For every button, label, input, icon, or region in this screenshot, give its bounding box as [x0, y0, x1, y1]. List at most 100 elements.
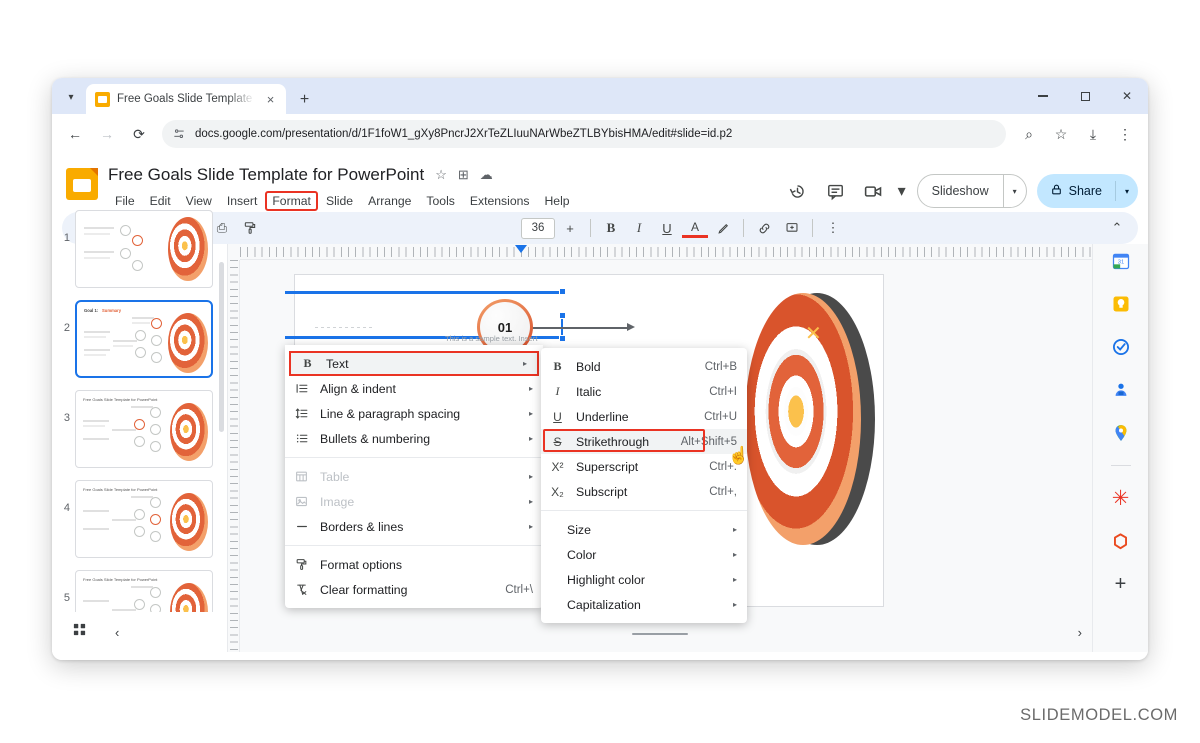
- list-item[interactable]: 2 Goal 1: Summary: [52, 294, 227, 384]
- underline-icon: U: [553, 409, 562, 424]
- menu-item-capitalization[interactable]: Capitalization ▸: [541, 592, 747, 617]
- addon-asterisk-icon[interactable]: ✳: [1110, 487, 1132, 510]
- vertical-ruler[interactable]: [228, 260, 240, 652]
- resize-handle[interactable]: [559, 335, 566, 342]
- get-addons-icon[interactable]: +: [1110, 573, 1132, 595]
- underline-button[interactable]: U: [654, 215, 680, 241]
- text-submenu[interactable]: B Bold Ctrl+B I Italic Ctrl+I U Underlin…: [541, 348, 747, 623]
- document-title[interactable]: Free Goals Slide Template for PowerPoint: [108, 165, 424, 185]
- address-bar[interactable]: docs.google.com/presentation/d/1F1foW1_g…: [162, 120, 1006, 148]
- menu-item-strikethrough[interactable]: S Strikethrough Alt+Shift+5: [541, 429, 747, 454]
- close-tab-icon[interactable]: ×: [262, 91, 279, 108]
- share-caret-icon[interactable]: ▾: [1116, 187, 1138, 196]
- cloud-saved-icon[interactable]: ☁: [480, 167, 493, 183]
- list-item[interactable]: 4 Free Goals Slide Template for PowerPoi…: [52, 474, 227, 564]
- highlight-color-button[interactable]: [710, 215, 736, 241]
- menu-format[interactable]: Format: [265, 191, 318, 211]
- chrome-menu-icon[interactable]: ⋮: [1110, 119, 1140, 149]
- italic-button[interactable]: I: [626, 215, 652, 241]
- google-tasks-icon[interactable]: [1110, 336, 1132, 358]
- expand-panel-icon[interactable]: ›: [1078, 625, 1082, 640]
- list-item[interactable]: 1: [52, 204, 227, 294]
- list-item[interactable]: 3 Free Goals Slide Template for PowerPoi…: [52, 384, 227, 474]
- menu-item-bold[interactable]: B Bold Ctrl+B: [541, 354, 747, 379]
- slide-thumbnail[interactable]: Free Goals Slide Template for PowerPoint: [75, 480, 213, 558]
- menu-item-text[interactable]: B Text ▸: [289, 351, 539, 376]
- share-label: Share: [1068, 184, 1102, 198]
- add-comment-icon[interactable]: [779, 215, 805, 241]
- increase-font-size-button[interactable]: +: [557, 215, 583, 241]
- slideshow-caret-icon[interactable]: ▾: [1004, 187, 1026, 196]
- menu-item-italic[interactable]: I Italic Ctrl+I: [541, 379, 747, 404]
- menu-tools[interactable]: Tools: [419, 191, 461, 211]
- chevron-right-icon: ▸: [528, 434, 533, 443]
- browser-tab[interactable]: Free Goals Slide Template for P ×: [86, 84, 286, 114]
- google-calendar-icon[interactable]: 31: [1110, 250, 1132, 272]
- maximize-window-button[interactable]: [1064, 78, 1106, 114]
- open-comments-icon[interactable]: [819, 174, 853, 208]
- reload-button[interactable]: ⟳: [124, 119, 154, 149]
- google-maps-icon[interactable]: [1110, 422, 1132, 444]
- forward-button[interactable]: →: [92, 119, 122, 149]
- zoom-indicator-icon[interactable]: ⌕: [1014, 119, 1044, 149]
- google-keep-icon[interactable]: [1110, 293, 1132, 315]
- back-button[interactable]: ←: [60, 119, 90, 149]
- download-icon[interactable]: ⤓: [1078, 119, 1108, 149]
- bold-button[interactable]: B: [598, 215, 624, 241]
- insert-link-icon[interactable]: [751, 215, 777, 241]
- filmstrip-scrollbar[interactable]: [219, 262, 224, 432]
- horizontal-ruler[interactable]: [240, 244, 1092, 260]
- google-contacts-icon[interactable]: [1110, 379, 1132, 401]
- collapse-toolbar-icon[interactable]: ⌃: [1104, 215, 1130, 241]
- menu-slide[interactable]: Slide: [319, 191, 360, 211]
- version-history-icon[interactable]: [781, 174, 815, 208]
- menu-item-subscript[interactable]: X₂ Subscript Ctrl+,: [541, 479, 747, 504]
- bookmark-star-icon[interactable]: ☆: [1046, 119, 1076, 149]
- slide-filmstrip[interactable]: 1 2 Goal 1: Summary 3 Free Goals Slide T…: [52, 210, 228, 652]
- slide-thumbnail[interactable]: [75, 210, 213, 288]
- share-button[interactable]: Share ▾: [1036, 174, 1138, 208]
- slide-thumbnail-active[interactable]: Goal 1: Summary: [75, 300, 213, 378]
- chevron-right-icon: ▸: [732, 550, 737, 559]
- site-settings-icon[interactable]: [172, 127, 186, 141]
- menu-item-align-indent[interactable]: Align & indent ▸: [285, 376, 543, 401]
- menu-item-color[interactable]: Color ▸: [541, 542, 747, 567]
- menu-extensions[interactable]: Extensions: [463, 191, 537, 211]
- slide-thumbnail[interactable]: Free Goals Slide Template for PowerPoint: [75, 390, 213, 468]
- addon-hex-icon[interactable]: [1110, 530, 1132, 552]
- menu-item-underline[interactable]: U Underline Ctrl+U: [541, 404, 747, 429]
- resize-handle[interactable]: [559, 312, 566, 319]
- slideshow-button[interactable]: Slideshow ▾: [916, 174, 1027, 208]
- minimize-window-button[interactable]: [1022, 78, 1064, 114]
- collapse-filmstrip-icon[interactable]: ‹: [115, 625, 119, 640]
- text-color-button[interactable]: A: [682, 218, 708, 238]
- meet-dropdown-caret[interactable]: ▾: [895, 174, 909, 208]
- format-dropdown-menu[interactable]: B Text ▸ Align & indent ▸ Line & paragra…: [285, 345, 543, 608]
- speaker-notes-handle[interactable]: [632, 633, 688, 635]
- menu-item-size[interactable]: Size ▸: [541, 517, 747, 542]
- google-meet-icon[interactable]: [857, 174, 891, 208]
- resize-handle[interactable]: [559, 288, 566, 295]
- indent-marker[interactable]: [515, 245, 527, 253]
- paint-format-icon[interactable]: [237, 215, 263, 241]
- svg-text:31: 31: [1117, 260, 1123, 266]
- menu-item-format-options[interactable]: Format options: [285, 552, 543, 577]
- menu-item-clear-formatting[interactable]: Clear formatting Ctrl+\: [285, 577, 543, 602]
- menu-item-line-paragraph-spacing[interactable]: Line & paragraph spacing ▸: [285, 401, 543, 426]
- close-window-button[interactable]: ✕: [1106, 78, 1148, 114]
- more-options-icon[interactable]: ⋮: [820, 215, 846, 241]
- grid-view-icon[interactable]: [72, 622, 87, 642]
- menu-arrange[interactable]: Arrange: [361, 191, 418, 211]
- font-size-input[interactable]: 36: [521, 217, 555, 239]
- menu-item-highlight-color[interactable]: Highlight color ▸: [541, 567, 747, 592]
- menu-item-superscript[interactable]: X² Superscript Ctrl+.: [541, 454, 747, 479]
- menu-item-bullets-numbering[interactable]: Bullets & numbering ▸: [285, 426, 543, 451]
- new-tab-button[interactable]: +: [296, 91, 313, 108]
- move-to-folder-icon[interactable]: ⊞: [458, 167, 469, 183]
- star-document-icon[interactable]: ☆: [435, 167, 447, 183]
- bullets-icon: [293, 432, 310, 445]
- google-slides-logo-icon[interactable]: [66, 168, 98, 200]
- tab-search-chevron-icon[interactable]: ▾: [58, 84, 84, 110]
- menu-item-borders-lines[interactable]: Borders & lines ▸: [285, 514, 543, 539]
- menu-help[interactable]: Help: [538, 191, 577, 211]
